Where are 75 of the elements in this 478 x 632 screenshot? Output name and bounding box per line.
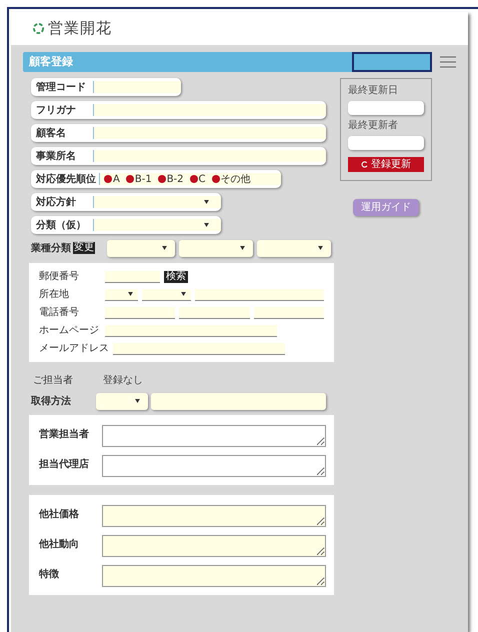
- caret-icon: [128, 292, 134, 296]
- field-label: 管理コード: [35, 80, 87, 94]
- refresh-icon: [361, 161, 368, 168]
- field-label: 最終更新者: [348, 118, 399, 133]
- input-field[interactable]: [151, 392, 326, 410]
- select-field[interactable]: [107, 240, 175, 256]
- menu-icon[interactable]: [440, 56, 456, 68]
- field-label: 最終更新日: [348, 84, 399, 98]
- select-field[interactable]: [142, 288, 191, 300]
- input-field[interactable]: [195, 288, 324, 300]
- field-label: 対応優先順位: [34, 172, 97, 186]
- field-label: 事業所名: [35, 150, 77, 164]
- field-label: 分類（仮）: [34, 218, 87, 232]
- page-title: 顧客登録: [29, 54, 73, 70]
- radio-dot[interactable]: [126, 175, 134, 183]
- input-field[interactable]: [105, 270, 160, 282]
- input-field[interactable]: [93, 127, 326, 139]
- text-area[interactable]: [102, 455, 326, 477]
- field-label: 電話番号: [39, 306, 80, 320]
- radio-label[interactable]: B-2: [166, 172, 184, 186]
- caret-icon: [318, 246, 323, 250]
- field-label: ホームページ: [39, 324, 100, 338]
- input-field[interactable]: [348, 136, 424, 150]
- input-field[interactable]: [254, 306, 324, 318]
- caret-icon: [135, 399, 140, 403]
- input-field[interactable]: [113, 342, 285, 354]
- radio-label[interactable]: その他: [220, 172, 251, 186]
- input-field[interactable]: [105, 324, 277, 336]
- radio-dot[interactable]: [212, 175, 220, 183]
- radio-label[interactable]: C: [198, 172, 206, 186]
- radio-dot[interactable]: [190, 175, 198, 183]
- field-label: 対応方針: [34, 195, 77, 210]
- radio-label[interactable]: A: [113, 172, 120, 186]
- logo-text: 営業開花: [48, 18, 112, 40]
- field-label: 他社動向: [39, 538, 80, 552]
- input-field[interactable]: [93, 150, 326, 162]
- select-field[interactable]: [96, 392, 148, 410]
- field-label: 担当代理店: [39, 457, 90, 472]
- select-field[interactable]: [105, 288, 138, 300]
- text-area[interactable]: [102, 425, 326, 447]
- field-label: 特徴: [39, 568, 60, 582]
- select-field[interactable]: [93, 196, 221, 208]
- field-label: 取得方法: [31, 394, 72, 408]
- field-label: フリガナ: [35, 104, 77, 118]
- field-label: ご担当者: [33, 374, 74, 388]
- text-area[interactable]: [102, 565, 326, 587]
- field-label: 業種分類: [31, 242, 71, 256]
- logo-icon: [33, 23, 44, 34]
- input-field[interactable]: [105, 306, 176, 318]
- field-label: メールアドレス: [39, 342, 109, 356]
- search-button[interactable]: 検索: [164, 270, 188, 282]
- caret-icon: [181, 292, 186, 296]
- field-label: 他社価格: [39, 508, 80, 522]
- field-label: 営業担当者: [39, 428, 90, 442]
- text-area[interactable]: [102, 535, 326, 557]
- radio-label[interactable]: B-1: [134, 172, 152, 186]
- radio-dot[interactable]: [104, 175, 112, 183]
- caret-icon: [240, 246, 245, 250]
- field-label: 郵便番号: [39, 270, 80, 284]
- select-field[interactable]: [179, 240, 253, 256]
- field-label: 顧客名: [34, 126, 67, 140]
- caret-icon: [204, 200, 209, 204]
- tag: 変更: [73, 242, 95, 254]
- update-button[interactable]: 登録更新: [348, 157, 424, 172]
- select-field[interactable]: [93, 219, 221, 231]
- text-area[interactable]: [102, 505, 326, 527]
- input-field[interactable]: [93, 104, 326, 116]
- field-label: 所在地: [39, 288, 70, 302]
- caret-icon: [162, 246, 167, 250]
- caret-icon: [204, 223, 209, 227]
- radio-dot[interactable]: [158, 175, 166, 183]
- input-field[interactable]: [179, 306, 250, 318]
- input-field[interactable]: [348, 101, 424, 115]
- select-field[interactable]: [257, 240, 331, 256]
- field-value: 登録なし: [103, 374, 143, 388]
